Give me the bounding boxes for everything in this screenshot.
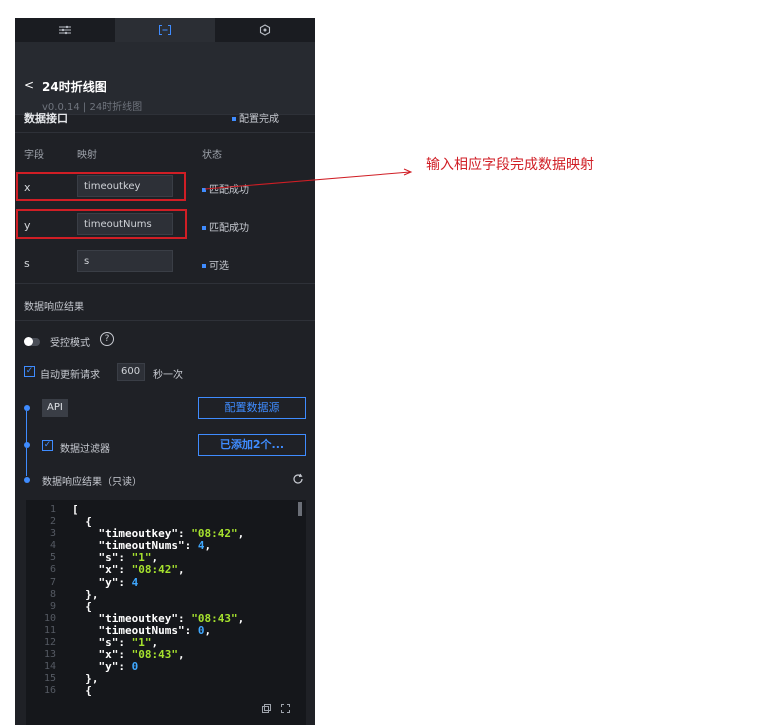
annotation-arrow (204, 168, 413, 190)
annotation-text: 输入相应字段完成数据映射 (426, 157, 594, 173)
